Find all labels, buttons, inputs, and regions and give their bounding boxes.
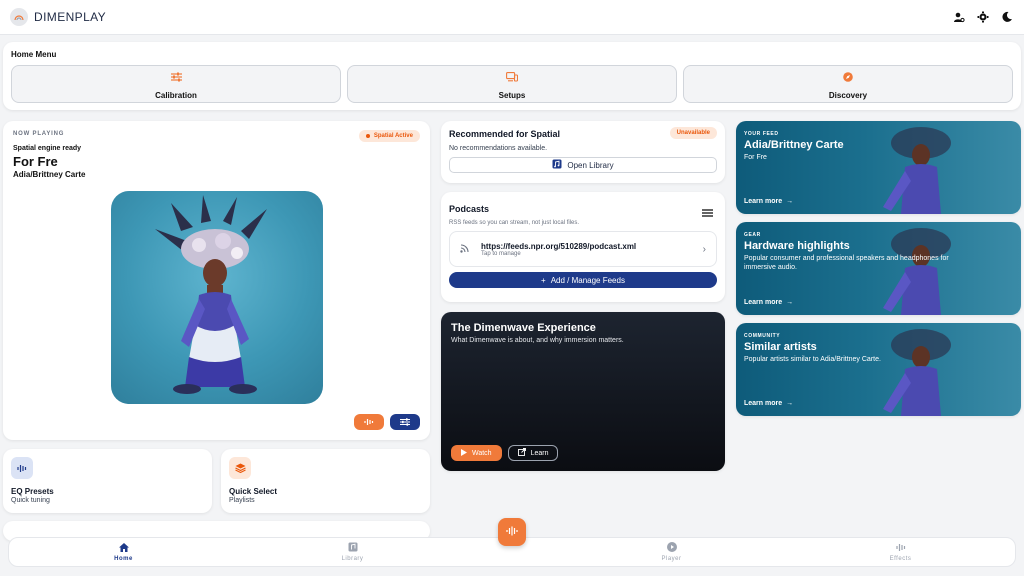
tile-description: Popular artists similar to Adia/Brittney… [744, 356, 881, 363]
quick-select-title: Quick Select [229, 487, 278, 496]
community-tile[interactable]: COMMUNITY Similar artists Popular artist… [736, 323, 1021, 416]
app-logo-icon [10, 8, 28, 26]
plus-icon: + [541, 275, 546, 285]
learn-button[interactable]: Learn [507, 445, 559, 461]
home-menu-title: Home Menu [11, 50, 57, 59]
learn-label: Learn [530, 449, 549, 457]
tile-title: Hardware highlights [744, 240, 850, 252]
feed-item[interactable]: https://feeds.npr.org/510289/podcast.xml… [449, 231, 717, 267]
engine-status: Spatial engine ready [13, 145, 82, 152]
learn-more-label: Learn more [744, 198, 783, 205]
recommended-card: Recommended for Spatial Unavailable No r… [441, 121, 725, 183]
quick-select-card[interactable]: Quick Select Playlists [221, 449, 430, 513]
nav-home-label: Home [114, 555, 133, 562]
watch-label: Watch [472, 449, 492, 457]
watch-button[interactable]: Watch [451, 445, 502, 461]
app-brand: DIMENPLAY [34, 10, 107, 24]
now-playing-card: NOW PLAYING Spatial Active Spatial engin… [3, 121, 430, 440]
arrow-right-icon: → [786, 400, 794, 407]
nav-player[interactable]: Player [557, 538, 786, 566]
sliders-icon [400, 413, 410, 431]
app-header: DIMENPLAY [0, 0, 1024, 35]
podcasts-title: Podcasts [449, 204, 490, 214]
album-art [111, 191, 323, 404]
podcasts-card: Podcasts RSS feeds so you can stream, no… [441, 192, 725, 302]
track-artist: Adia/Brittney Carte [13, 170, 86, 179]
tile-description: For Fre [744, 154, 767, 161]
spatial-toggle-button[interactable] [354, 414, 384, 430]
chevron-right-icon: › [702, 243, 706, 255]
status-dot-icon [365, 134, 370, 138]
eq-presets-subtitle: Quick tuning [11, 497, 50, 504]
discovery-button[interactable]: Discovery [683, 65, 1013, 103]
dimenwave-subtitle: What Dimenwave is about, and why immersi… [451, 337, 624, 344]
learn-more-link[interactable]: Learn more → [744, 299, 793, 306]
library-icon [348, 542, 358, 554]
nav-library-label: Library [341, 556, 364, 562]
nav-library[interactable]: Library [238, 538, 467, 566]
equalizer-icon [11, 457, 33, 479]
add-manage-feeds-button[interactable]: + Add / Manage Feeds [449, 272, 717, 288]
external-link-icon [517, 448, 526, 458]
learn-more-link[interactable]: Learn more → [744, 198, 793, 205]
learn-more-label: Learn more [744, 400, 783, 407]
home-menu: Home Menu Calibration Setups Discovery [3, 42, 1021, 110]
learn-more-link[interactable]: Learn more → [744, 400, 793, 407]
learn-more-label: Learn more [744, 299, 783, 306]
home-icon [118, 542, 129, 554]
nav-home[interactable]: Home [9, 538, 238, 566]
dark-mode-icon[interactable] [1000, 10, 1014, 24]
podcasts-subtitle: RSS feeds so you can stream, not just lo… [449, 220, 580, 226]
nav-effects[interactable]: Effects [786, 538, 1015, 566]
center-action-button[interactable] [498, 518, 526, 546]
feed-url: https://feeds.npr.org/510289/podcast.xml [481, 241, 637, 251]
play-circle-icon [666, 542, 677, 554]
tile-kicker: COMMUNITY [744, 333, 781, 339]
waveform-icon [506, 523, 518, 541]
dimenwave-card: The Dimenwave Experience What Dimenwave … [441, 312, 725, 471]
setups-button[interactable]: Setups [347, 65, 677, 103]
open-library-button[interactable]: Open Library [449, 157, 717, 173]
gear-icon[interactable] [976, 10, 990, 24]
play-icon [461, 448, 467, 458]
tile-kicker: GEAR [744, 232, 761, 238]
quick-select-subtitle: Playlists [229, 497, 255, 504]
tile-title: Adia/Brittney Carte [744, 139, 844, 151]
calibration-button[interactable]: Calibration [11, 65, 341, 103]
waveform-icon [364, 413, 374, 431]
compass-icon [843, 69, 853, 87]
gear-tile[interactable]: GEAR Hardware highlights Popular consume… [736, 222, 1021, 315]
recommended-message: No recommendations available. [449, 145, 548, 152]
spatial-status-badge: Spatial Active [358, 130, 420, 142]
setups-label: Setups [498, 90, 526, 100]
tile-description: Popular consumer and professional speake… [744, 255, 949, 271]
eq-presets-card[interactable]: EQ Presets Quick tuning [3, 449, 212, 513]
nav-player-label: Player [661, 556, 682, 562]
dimenwave-title: The Dimenwave Experience [451, 322, 596, 334]
spatial-status-text: Spatial Active [373, 133, 413, 139]
sliders-icon [170, 69, 182, 87]
devices-icon [506, 69, 519, 87]
track-title: For Fre [13, 154, 58, 169]
feed-meta: Tap to manage [481, 250, 521, 257]
nav-effects-label: Effects [889, 555, 912, 562]
library-icon [552, 159, 562, 171]
tile-title: Similar artists [744, 341, 817, 353]
eq-presets-title: EQ Presets [11, 487, 54, 496]
add-manage-feeds-label: Add / Manage Feeds [550, 275, 625, 285]
tuning-button[interactable] [390, 414, 420, 430]
waveform-icon [895, 543, 906, 554]
discovery-label: Discovery [828, 90, 868, 100]
your-feed-tile[interactable]: YOUR FEED Adia/Brittney Carte For Fre Le… [736, 121, 1021, 214]
calibration-label: Calibration [155, 90, 197, 100]
unavailable-badge: Unavailable [669, 127, 717, 139]
arrow-right-icon: → [786, 198, 794, 205]
layers-icon [229, 457, 251, 479]
account-settings-icon[interactable] [952, 10, 966, 24]
arrow-right-icon: → [786, 299, 794, 306]
rss-icon [460, 240, 469, 258]
hamburger-menu-icon[interactable] [702, 204, 713, 222]
tile-kicker: YOUR FEED [744, 131, 779, 137]
open-library-label: Open Library [567, 160, 614, 170]
